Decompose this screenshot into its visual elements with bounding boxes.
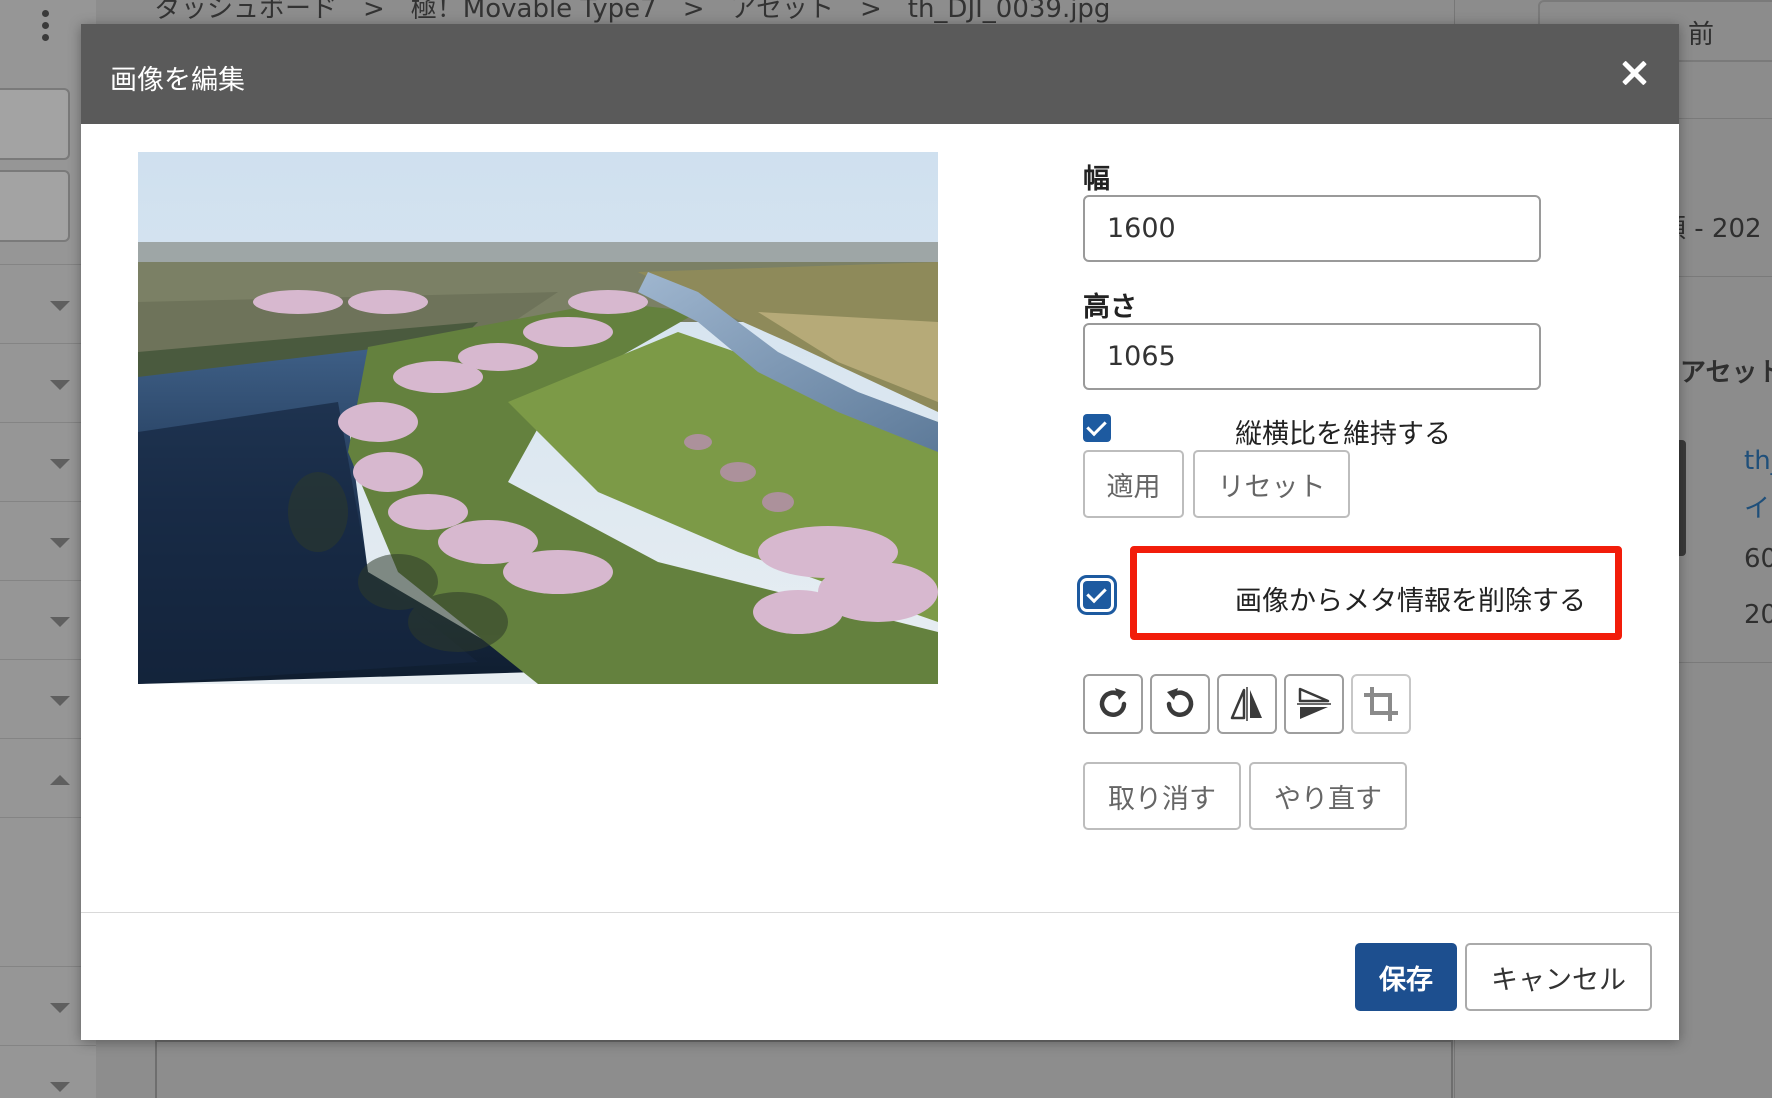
kebab-menu-icon: [38, 10, 52, 46]
undo-button[interactable]: 取り消す: [1083, 762, 1241, 830]
caret-down-icon: [50, 538, 70, 548]
caret-down-icon: [50, 1082, 70, 1092]
image-preview: [138, 152, 938, 684]
caret-up-icon: [50, 775, 70, 785]
caret-down-icon: [50, 617, 70, 627]
keep-aspect-label: 縦横比を維持する: [1235, 419, 1451, 450]
caret-down-icon: [50, 459, 70, 469]
width-input[interactable]: [1083, 195, 1541, 262]
background-asset-link: イ: [1744, 494, 1771, 524]
flip-horizontal-button[interactable]: [1217, 674, 1277, 734]
flip-vertical-button[interactable]: [1284, 674, 1344, 734]
background-sidebar-box: [0, 170, 70, 242]
apply-button[interactable]: 適用: [1083, 450, 1184, 518]
rotate-clockwise-icon: [1099, 688, 1127, 717]
redo-button[interactable]: やり直す: [1249, 762, 1407, 830]
width-label: 幅: [1083, 164, 1110, 195]
rotate-clockwise-button[interactable]: [1083, 674, 1143, 734]
flip-vertical-icon: [1297, 687, 1331, 719]
rotate-counterclockwise-button[interactable]: [1150, 674, 1210, 734]
reset-button[interactable]: リセット: [1193, 450, 1350, 518]
caret-down-icon: [50, 301, 70, 311]
modal-header: 画像を編集: [81, 24, 1679, 124]
background-content-panel: [155, 1040, 1453, 1098]
height-input[interactable]: [1083, 323, 1541, 390]
caret-down-icon: [50, 380, 70, 390]
remove-metadata-label: 画像からメタ情報を削除する: [1235, 586, 1586, 617]
background-asset-link: th_: [1744, 446, 1772, 476]
edit-image-modal: 画像を編集 幅 1600 高さ 1065 縦横比を維持する 適用 リセット 画像…: [81, 24, 1679, 1040]
cancel-button[interactable]: キャンセル: [1465, 943, 1652, 1011]
background-section-title: アセット: [1680, 358, 1772, 388]
crop-icon: [1364, 687, 1398, 721]
background-prev-label: 前: [1688, 20, 1715, 50]
background-sidebar-row: [0, 1045, 96, 1098]
modal-title: 画像を編集: [110, 65, 245, 96]
caret-down-icon: [50, 696, 70, 706]
keep-aspect-checkbox[interactable]: [1083, 414, 1111, 442]
landscape-photo: [138, 152, 938, 684]
close-icon[interactable]: [1615, 54, 1653, 92]
background-asset-size: 60: [1744, 544, 1772, 574]
flip-horizontal-icon: [1230, 687, 1262, 721]
rotate-counterclockwise-icon: [1166, 688, 1194, 717]
remove-metadata-checkbox[interactable]: [1083, 581, 1111, 609]
background-sidebar-box: [0, 88, 70, 160]
modal-footer-divider: [81, 912, 1679, 913]
height-label: 高さ: [1083, 292, 1137, 323]
crop-button[interactable]: [1351, 674, 1411, 734]
background-asset-date: 20: [1744, 600, 1772, 630]
save-button[interactable]: 保存: [1355, 943, 1457, 1011]
background-breadcrumb: ダッシュボード > 極！Movable Type7 > アセット > th_DJ…: [155, 0, 1111, 24]
caret-down-icon: [50, 1003, 70, 1013]
